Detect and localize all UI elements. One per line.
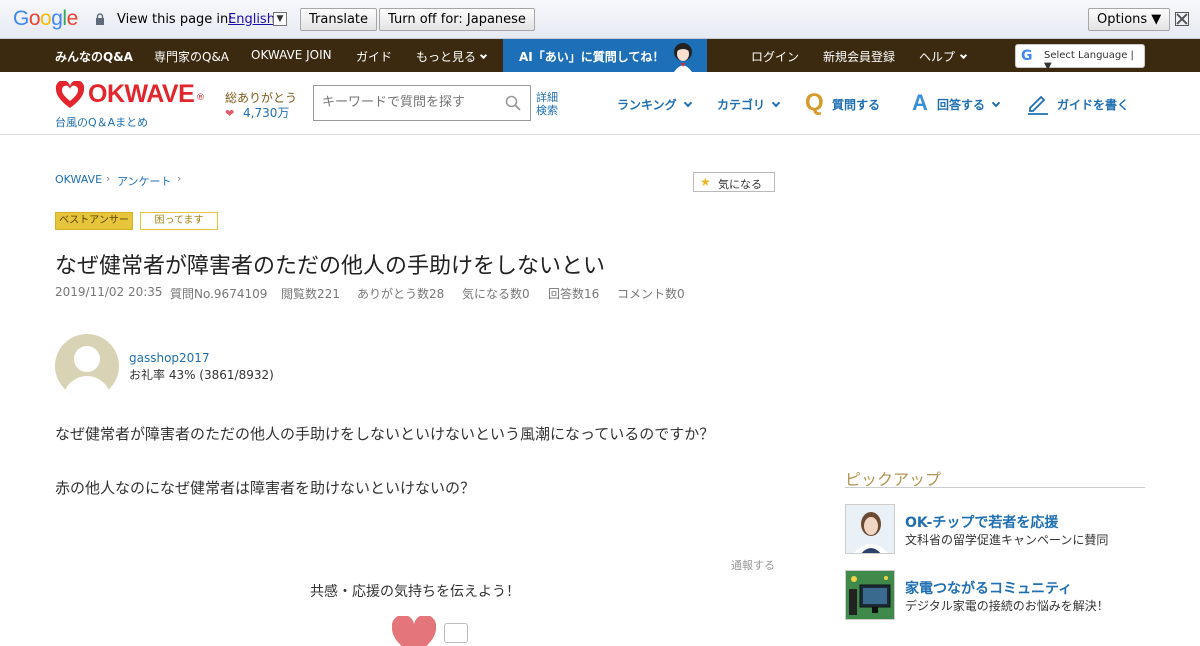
watch-count: 気になる数0 — [462, 287, 530, 301]
report-link[interactable]: 通報する — [731, 557, 775, 573]
turn-off-button[interactable]: Turn off for: Japanese — [379, 8, 535, 31]
language-dropdown-icon[interactable]: ▼ — [273, 12, 287, 26]
ask-question-button[interactable]: 質問する — [832, 96, 880, 113]
chevron-down-icon — [959, 51, 968, 60]
thanks-counter-box — [444, 623, 468, 643]
question-number: 質問No.9674109 — [170, 287, 268, 301]
pickup-desc-1: 文科省の留学促進キャンペーンに賛同 — [905, 533, 1109, 547]
lock-icon — [96, 13, 104, 25]
nav-more[interactable]: もっと見る — [416, 48, 488, 65]
view-count: 閲覧数221 — [281, 287, 340, 301]
nav-register[interactable]: 新規会員登録 — [823, 48, 895, 65]
ranking-menu[interactable]: ランキング — [617, 96, 692, 113]
watch-button[interactable]: ★ 気になる — [693, 172, 775, 192]
nav-guide[interactable]: ガイド — [356, 48, 392, 65]
google-g-icon: G — [1021, 48, 1033, 64]
user-name-link[interactable]: gasshop2017 — [129, 351, 210, 365]
select-language-widget[interactable]: G Select Language | ▼ — [1015, 44, 1145, 72]
heart-icon[interactable] — [392, 616, 436, 646]
language-link[interactable]: English — [228, 12, 275, 27]
heart-logo-icon[interactable] — [55, 81, 85, 109]
heart-icon: ❤ — [225, 107, 235, 120]
translate-bar: Google View this page in: English ▼ Tran… — [0, 0, 1200, 39]
answer-count: 回答数16 — [548, 287, 600, 301]
chevron-down-icon — [683, 98, 692, 108]
avatar[interactable] — [55, 334, 119, 398]
search-input[interactable] — [322, 95, 502, 110]
nav-help[interactable]: ヘルプ — [919, 48, 968, 65]
search-icon[interactable] — [505, 95, 521, 111]
search-box[interactable] — [313, 85, 531, 121]
breadcrumb-okwave[interactable]: OKWAVE — [55, 173, 102, 186]
site-logo[interactable]: OKWAVE — [88, 80, 195, 109]
nav-everyone-qa[interactable]: みんなのQ&A — [55, 48, 133, 65]
cheer-prompt: 共感・応援の気持ちを伝えよう！ — [310, 584, 520, 600]
pickup-title-2[interactable]: 家電つながるコミュニティ — [905, 578, 1072, 598]
pickup-desc-2: デジタル家電の接続のお悩みを解決！ — [905, 599, 1109, 613]
user-thanks-rate: お礼率 43% (3861/8932) — [129, 368, 274, 382]
status-badge: 困ってます — [140, 212, 218, 230]
question-q-icon: Q — [805, 89, 824, 116]
question-date: 2019/11/02 20:35 — [55, 285, 163, 299]
thanks-count: 4,730万 — [243, 106, 290, 120]
breadcrumb-enquete[interactable]: アンケート — [117, 173, 172, 189]
nav-login[interactable]: ログイン — [751, 48, 799, 65]
breadcrumb-separator: › — [177, 172, 182, 185]
breadcrumb-separator: › — [106, 172, 111, 185]
chevron-down-icon — [479, 51, 488, 60]
category-menu[interactable]: カテゴリ — [717, 96, 781, 113]
chevron-down-icon — [991, 98, 1001, 108]
chevron-down-icon — [771, 98, 781, 108]
write-guide-button[interactable]: ガイドを書く — [1057, 96, 1129, 113]
pickup-thumbnail-1[interactable] — [845, 504, 895, 554]
best-answer-badge: ベストアンサー — [55, 212, 133, 230]
google-logo: Google — [13, 7, 78, 30]
registered-mark: ® — [196, 93, 205, 103]
advanced-search-link[interactable]: 詳細検索 — [536, 91, 566, 117]
pickup-thumbnail-2[interactable] — [845, 570, 895, 620]
ai-banner[interactable]: AI「あい」に質問してね！ — [503, 39, 707, 72]
answer-menu[interactable]: 回答する — [937, 96, 1001, 113]
close-icon[interactable] — [1175, 12, 1189, 26]
thanks-count-meta: ありがとう数28 — [357, 287, 445, 301]
site-header: OKWAVE ® 台風のQ＆Aまとめ 総ありがとう ❤ 4,730万 詳細検索 … — [0, 72, 1200, 135]
translate-button[interactable]: Translate — [300, 8, 378, 31]
site-tagline[interactable]: 台風のQ＆Aまとめ — [55, 114, 148, 130]
pickup-title-1[interactable]: OK-チップで若者を応援 — [905, 512, 1058, 532]
question-body-line-1: なぜ健常者が障害者のただの他人の手助けをしないといけないという風潮になっているの… — [55, 425, 715, 443]
star-icon: ★ — [700, 175, 711, 189]
options-button[interactable]: Options ▼ — [1088, 8, 1171, 31]
nav-okwave-join[interactable]: OKWAVE JOIN — [251, 48, 332, 62]
top-nav: みんなのQ&A 専門家のQ&A OKWAVE JOIN ガイド もっと見る AI… — [0, 39, 1200, 72]
nav-expert-qa[interactable]: 専門家のQ&A — [154, 48, 229, 65]
ai-character-icon — [674, 43, 692, 72]
question-body-line-2: 赤の他人なのになぜ健常者は障害者を助けないといけないの？ — [55, 479, 476, 497]
answer-a-icon: A — [912, 90, 928, 115]
divider — [845, 487, 1145, 488]
comment-count: コメント数0 — [617, 287, 685, 301]
translate-prompt: View this page in: — [117, 12, 233, 27]
pen-icon — [1028, 95, 1048, 115]
question-title: なぜ健常者が障害者のただの他人の手助けをしないとい — [55, 254, 606, 279]
